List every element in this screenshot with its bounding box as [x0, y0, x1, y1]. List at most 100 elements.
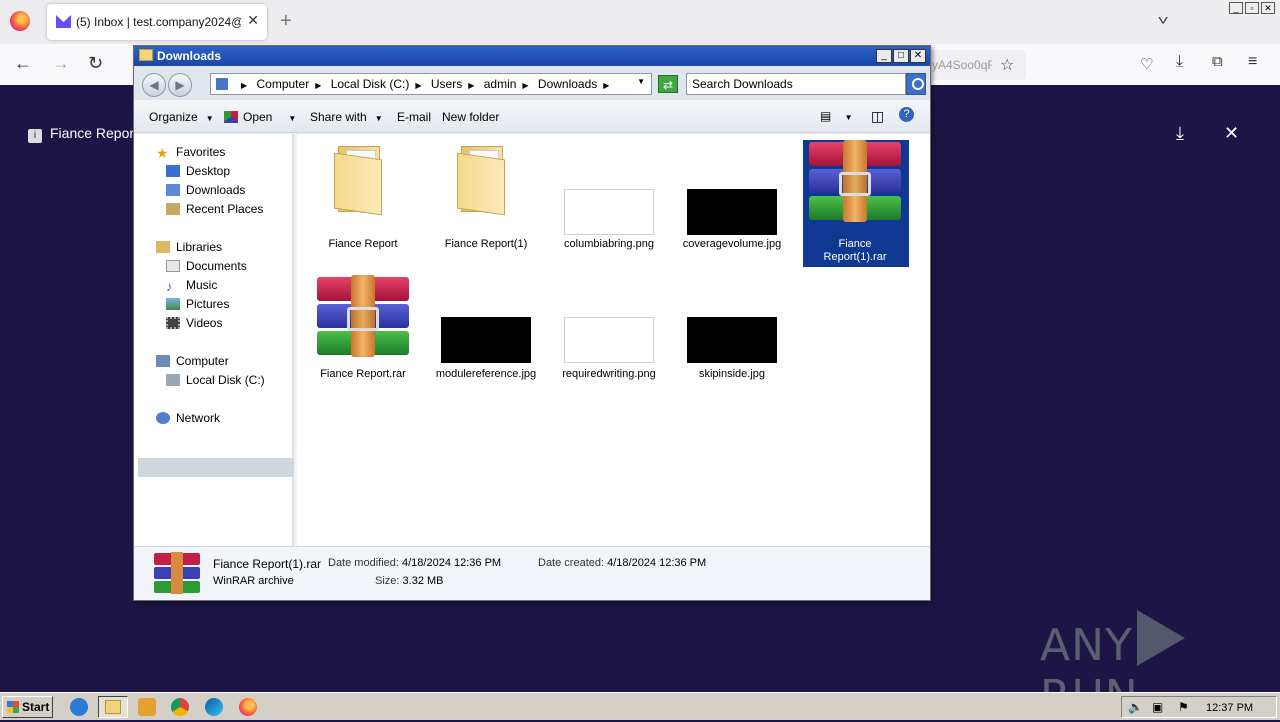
close-browser-button[interactable]: ✕ [1261, 2, 1275, 14]
nav-network[interactable]: Network [156, 411, 220, 429]
folder-icon [139, 49, 153, 61]
tab-close-icon[interactable]: ✕ [247, 12, 259, 29]
music-icon: ♪ [166, 279, 173, 294]
nav-pictures[interactable]: Pictures [166, 297, 229, 315]
image-thumbnail [441, 317, 531, 363]
help-icon[interactable]: ? [899, 107, 914, 122]
address-dropdown-icon[interactable]: ▼ [637, 77, 645, 86]
details-file-type: WinRAR archive [213, 575, 294, 587]
network-tray-icon[interactable]: ▣ [1152, 700, 1163, 714]
nav-downloads[interactable]: Downloads [166, 183, 245, 201]
bookmark-star-icon[interactable]: ☆ [1000, 55, 1014, 75]
taskbar-explorer-active[interactable] [98, 696, 128, 718]
media-player-icon[interactable] [138, 698, 156, 716]
downloads-icon[interactable]: ⤓ [1176, 53, 1183, 71]
breadcrumb-users[interactable]: Users [431, 77, 462, 91]
file-item-selected[interactable]: Fiance Report(1).rar [803, 140, 907, 263]
forward-button[interactable]: → [52, 53, 70, 74]
close-icon[interactable]: ✕ [1224, 123, 1239, 144]
details-created: Date created: 4/18/2024 12:36 PM [538, 557, 706, 569]
new-folder-button[interactable]: New folder [442, 110, 499, 124]
network-icon [156, 412, 170, 424]
internet-explorer-icon[interactable] [70, 698, 88, 716]
pocket-icon[interactable]: ♡ [1140, 55, 1153, 73]
edge-icon[interactable] [205, 698, 223, 716]
minimize-browser-button[interactable]: _ [1229, 2, 1243, 14]
browser-tab-inbox[interactable]: (5) Inbox | test.company2024@proton.me ✕ [47, 4, 267, 40]
email-button[interactable]: E-mail [397, 110, 431, 124]
folder-icon [457, 142, 515, 216]
maximize-button[interactable]: □ [893, 49, 909, 63]
breadcrumb-computer[interactable]: Computer [257, 77, 310, 91]
menu-icon[interactable]: ≡ [1248, 53, 1257, 71]
file-item[interactable]: coveragevolume.jpg [680, 142, 784, 262]
nav-documents[interactable]: Documents [166, 259, 247, 277]
winrar-archive-icon [154, 552, 200, 594]
forward-arrow-icon[interactable]: ▶ [168, 73, 192, 97]
open-icon [224, 111, 238, 123]
nav-recent-places[interactable]: Recent Places [166, 202, 263, 220]
nav-computer-label: Computer [176, 354, 229, 368]
file-item[interactable]: modulereference.jpg [434, 278, 538, 398]
file-name: skipinside.jpg [698, 368, 766, 380]
nav-libraries[interactable]: Libraries [156, 240, 222, 258]
chrome-icon[interactable] [171, 698, 189, 716]
extensions-icon[interactable]: ⧉ [1212, 53, 1223, 70]
download-icon[interactable]: ⤓ [1176, 123, 1184, 144]
file-item[interactable]: requiredwriting.png [557, 278, 661, 398]
command-bar: Organize ▼ Open ▼ Share with ▼ E-mail New f… [134, 100, 930, 133]
file-item[interactable]: columbiabring.png [557, 142, 661, 262]
breadcrumb-downloads[interactable]: Downloads [538, 77, 597, 91]
nav-network-label: Network [176, 411, 221, 425]
desktop-icon [166, 165, 180, 177]
nav-favorites[interactable]: ★ Favorites [156, 145, 225, 163]
details-pane: Fiance Report(1).rar WinRAR archive Date… [134, 546, 930, 600]
restore-browser-button[interactable]: ▫ [1245, 2, 1259, 14]
breadcrumb-admin[interactable]: admin [484, 77, 517, 91]
open-button[interactable]: Open ▼ [224, 110, 296, 124]
share-with-button[interactable]: Share with ▼ [310, 110, 383, 124]
close-button[interactable]: ✕ [910, 49, 926, 63]
new-tab-button[interactable]: + [280, 10, 292, 33]
size-value: 3.32 MB [402, 575, 444, 587]
action-center-flag-icon[interactable]: ⚑ [1178, 700, 1189, 714]
info-icon: i [28, 129, 42, 143]
organize-button[interactable]: Organize ▼ [149, 110, 214, 124]
explorer-title-bar[interactable]: Downloads _ □ ✕ [134, 46, 930, 66]
nav-computer[interactable]: Computer [156, 354, 229, 372]
reload-button[interactable]: ↻ [88, 53, 103, 74]
firefox-icon[interactable] [239, 698, 257, 716]
system-tray: 🔈 ▣ ⚑ 12:37 PM [1121, 696, 1277, 718]
nav-videos[interactable]: Videos [166, 316, 222, 334]
change-view-icon[interactable]: ▤ ▼ [820, 109, 853, 123]
back-button[interactable]: ← [14, 53, 32, 74]
clock[interactable]: 12:37 PM [1206, 702, 1253, 714]
url-bar[interactable]: yA4Soo0qR ☆ [920, 50, 1026, 80]
minimize-button[interactable]: _ [876, 49, 892, 63]
firefox-logo-icon[interactable] [10, 11, 30, 31]
watermark-left: ANY [1040, 620, 1133, 671]
breadcrumb-local-disk[interactable]: Local Disk (C:) [331, 77, 410, 91]
list-all-tabs-icon[interactable]: ˅ [1157, 12, 1168, 28]
search-input[interactable]: Search Downloads [686, 73, 906, 95]
breadcrumb[interactable]: ▶ Computer ▶ Local Disk (C:) ▶ Users ▶ admi… [210, 73, 652, 95]
preview-pane-icon[interactable]: ◫ [871, 108, 884, 125]
refresh-icon[interactable]: ⇄ [658, 75, 678, 93]
file-item[interactable]: Fiance Report.rar [311, 275, 415, 398]
search-icon[interactable] [906, 73, 926, 95]
file-item[interactable]: Fiance Report(1) [434, 142, 538, 262]
nav-documents-label: Documents [186, 259, 247, 273]
organize-label: Organize [149, 110, 198, 124]
nav-music[interactable]: ♪ Music [166, 278, 217, 296]
nav-local-disk[interactable]: Local Disk (C:) [166, 373, 265, 391]
documents-icon [166, 260, 180, 272]
nav-libraries-label: Libraries [176, 240, 223, 254]
start-button[interactable]: Start [2, 696, 53, 718]
back-arrow-icon[interactable]: ◀ [142, 73, 166, 97]
nav-desktop[interactable]: Desktop [166, 164, 230, 182]
volume-icon[interactable]: 🔈 [1128, 700, 1143, 714]
file-item[interactable]: skipinside.jpg [680, 278, 784, 398]
file-item[interactable]: Fiance Report [311, 142, 415, 262]
image-thumbnail [687, 189, 777, 235]
pictures-icon [166, 298, 180, 310]
